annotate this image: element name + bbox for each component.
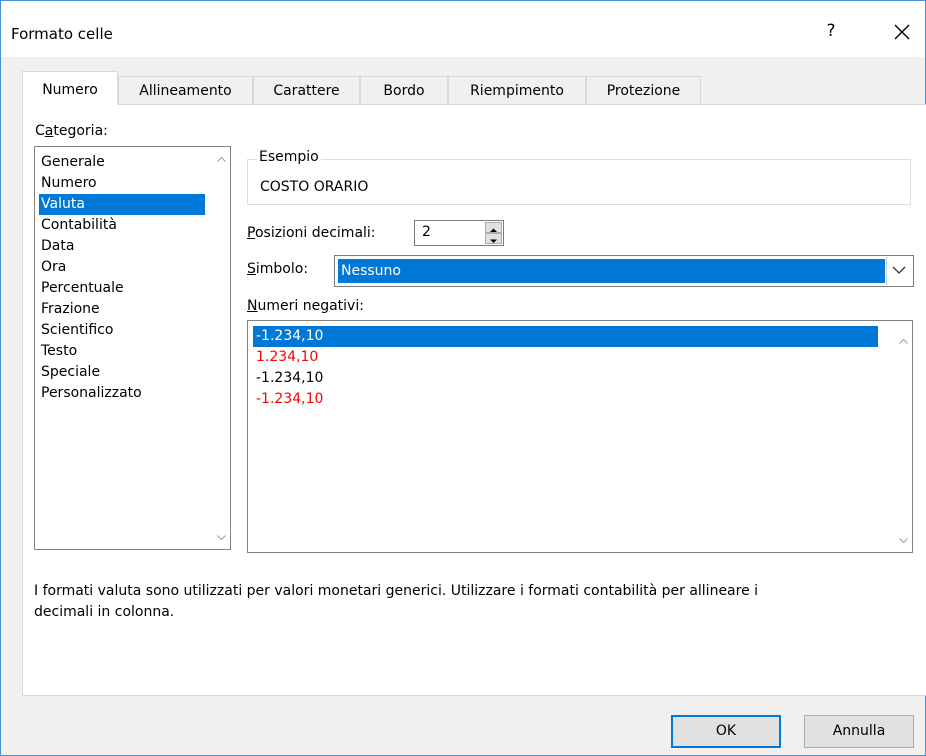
decimals-spinner[interactable]: 2 xyxy=(414,220,504,246)
tab-carattere[interactable]: Carattere xyxy=(253,76,360,104)
format-description: I formati valuta sono utilizzati per val… xyxy=(34,581,904,623)
scroll-down-icon[interactable] xyxy=(217,533,226,542)
category-item-generale[interactable]: Generale xyxy=(39,152,105,173)
help-button[interactable]: ? xyxy=(821,21,841,45)
close-button[interactable] xyxy=(889,19,915,45)
spin-down-button[interactable] xyxy=(485,233,502,244)
negative-format-item[interactable]: -1.234,10 xyxy=(253,326,878,347)
category-item-testo[interactable]: Testo xyxy=(39,341,77,362)
symbol-dropdown[interactable]: Nessuno xyxy=(334,255,914,287)
tab-bordo[interactable]: Bordo xyxy=(360,76,448,104)
category-list[interactable]: Generale Numero Valuta Contabilità Data … xyxy=(34,146,231,550)
chevron-down-icon xyxy=(892,266,906,274)
category-item-scientifico[interactable]: Scientifico xyxy=(39,320,113,341)
category-item-percentuale[interactable]: Percentuale xyxy=(39,278,124,299)
close-icon xyxy=(894,24,910,40)
tab-riempimento[interactable]: Riempimento xyxy=(448,76,586,104)
cancel-button[interactable]: Annulla xyxy=(804,715,914,748)
symbol-label: Simbolo: xyxy=(247,261,309,277)
scroll-up-icon[interactable] xyxy=(217,155,226,164)
negatives-label: Numeri negativi: xyxy=(247,298,364,314)
format-cells-dialog: Formato celle ? Numero Allineamento Cara… xyxy=(0,0,926,756)
title-bar: Formato celle ? xyxy=(1,1,925,57)
symbol-selected-value[interactable]: Nessuno xyxy=(338,259,885,283)
category-item-data[interactable]: Data xyxy=(39,236,74,257)
description-line: decimali in colonna. xyxy=(34,604,175,620)
negative-format-item[interactable]: 1.234,10 xyxy=(253,347,318,368)
negative-format-item[interactable]: -1.234,10 xyxy=(253,368,323,389)
decimals-value[interactable]: 2 xyxy=(422,224,431,240)
example-value: COSTO ORARIO xyxy=(260,179,369,195)
example-legend: Esempio xyxy=(257,149,321,165)
category-item-valuta[interactable]: Valuta xyxy=(39,194,205,215)
tab-protezione[interactable]: Protezione xyxy=(586,76,701,104)
category-item-frazione[interactable]: Frazione xyxy=(39,299,100,320)
category-item-numero[interactable]: Numero xyxy=(39,173,97,194)
tab-allineamento[interactable]: Allineamento xyxy=(118,76,253,104)
dropdown-arrow[interactable] xyxy=(886,257,912,285)
category-label: Categoria: xyxy=(35,123,108,139)
negative-numbers-list[interactable]: -1.234,10 1.234,10 -1.234,10 -1.234,10 xyxy=(247,320,913,553)
triangle-down-icon xyxy=(490,239,497,243)
tab-numero[interactable]: Numero xyxy=(22,71,118,105)
ok-button[interactable]: OK xyxy=(671,715,781,748)
negatives-scrollbar[interactable] xyxy=(895,321,912,552)
decimals-label: Posizioni decimali: xyxy=(247,225,376,241)
category-item-ora[interactable]: Ora xyxy=(39,257,66,278)
spinner-buttons xyxy=(485,222,502,244)
category-scrollbar[interactable] xyxy=(213,147,230,549)
scroll-up-icon[interactable] xyxy=(899,337,908,346)
description-line: I formati valuta sono utilizzati per val… xyxy=(34,583,759,599)
category-item-speciale[interactable]: Speciale xyxy=(39,362,100,383)
category-item-contabilita[interactable]: Contabilità xyxy=(39,215,117,236)
category-item-personalizzato[interactable]: Personalizzato xyxy=(39,383,142,404)
spin-up-button[interactable] xyxy=(485,222,502,233)
dialog-title: Formato celle xyxy=(11,25,113,43)
negative-format-item[interactable]: -1.234,10 xyxy=(253,389,323,410)
scroll-down-icon[interactable] xyxy=(899,536,908,545)
